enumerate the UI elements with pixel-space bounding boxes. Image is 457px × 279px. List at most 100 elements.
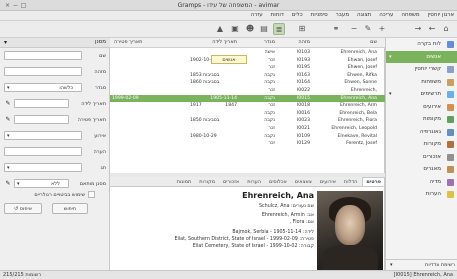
clear-button[interactable]: ↺ איפוס — [4, 203, 42, 214]
nav-item[interactable]: משפחות — [386, 76, 457, 89]
nav-item[interactable]: הערות — [386, 188, 457, 201]
death-date-input[interactable] — [14, 115, 69, 124]
table-row[interactable]: Ehwan, JosefI0193זכר18171902-10-16 — [110, 57, 385, 65]
back-icon[interactable]: ← — [426, 23, 438, 35]
table-row[interactable]: Ferentz, Josef I0129 זכר — [110, 140, 385, 148]
table-row[interactable]: Ehrenreich, Ana I0015 נקבה 1905-11-14 1999-0… — [110, 94, 385, 103]
tab-media[interactable]: תמונות — [174, 178, 195, 186]
home-icon[interactable]: ⌂ — [440, 23, 452, 35]
column-name[interactable]: שם — [370, 39, 377, 45]
gramplet-tabs: פרטים הדלות אירועים צאצאים אכלוסים הערות… — [110, 177, 385, 187]
nav-icon — [447, 53, 454, 61]
date-edit-icon[interactable]: ✎ — [4, 116, 12, 124]
menu-item[interactable]: כלים — [289, 11, 306, 19]
id-input[interactable] — [4, 67, 82, 76]
nav-item[interactable]: קשרי יוחסין — [386, 63, 457, 76]
person-photo — [317, 191, 383, 270]
menu-item[interactable]: תצוגה — [354, 11, 374, 19]
find-button[interactable]: חיפוש — [52, 203, 88, 214]
tab-descendants[interactable]: צאצאים — [292, 178, 315, 186]
add-icon[interactable]: + — [376, 23, 388, 35]
chevron-down-icon[interactable]: ▾ — [4, 39, 7, 46]
nav-icon — [447, 141, 454, 148]
tab-sources[interactable]: מקורות — [196, 178, 218, 186]
nav-item[interactable]: מדיה — [386, 176, 457, 189]
custom-filter-select[interactable]: ללא ▾ — [14, 179, 69, 188]
remove-icon[interactable]: − — [348, 23, 360, 35]
menu-item[interactable]: דוחות — [268, 11, 287, 19]
gender-select[interactable]: כלשהו ▾ — [4, 83, 82, 92]
event-select[interactable]: ▾ — [4, 131, 82, 140]
nav-item[interactable]: מקורות — [386, 138, 457, 151]
list-view-icon[interactable]: ≣ — [273, 23, 285, 35]
menu-item[interactable]: מעבר — [333, 11, 352, 19]
custom-filter-value: ללא — [50, 181, 60, 187]
table-row[interactable]: Ehrenreich, Ana I0103 אישה — [110, 49, 385, 57]
table-row[interactable]: Elnekave, Revital I0109 נקבה 1980-10-29 — [110, 133, 385, 141]
bookmark-icon[interactable]: ▲ — [214, 23, 226, 35]
forward-icon[interactable]: → — [412, 23, 424, 35]
table-row[interactable]: Ehrenreich, Bela I0016 נקבה — [110, 110, 385, 118]
table-row[interactable]: Ehrenreich, Leopold I0021 זכר — [110, 125, 385, 133]
column-id[interactable]: מזהה — [298, 39, 310, 45]
date-edit-icon[interactable]: ✎ — [4, 100, 12, 108]
tab-citations[interactable]: אזכורים — [220, 178, 242, 186]
nav-label: גאוגרפיה — [419, 128, 441, 135]
tab-details[interactable]: פרטים — [362, 177, 385, 186]
edit-filter-icon[interactable]: ✎ — [4, 180, 12, 188]
column-death[interactable]: תאריך פטירה — [114, 39, 142, 45]
column-birth[interactable]: תאריך לידה — [212, 39, 237, 45]
field-label: שם — [99, 53, 106, 59]
expand-icon[interactable]: ▾ — [389, 88, 392, 101]
cell-id: I0016 — [296, 110, 310, 116]
menu-item[interactable]: סימניות — [308, 11, 331, 19]
merge-icon[interactable]: ⚭ — [330, 23, 342, 35]
tab-ancestry[interactable]: הדלות — [341, 178, 361, 186]
nav-item[interactable]: אזכורים — [386, 151, 457, 164]
table-row[interactable]: Ehwen, Josef I0195 זכר — [110, 64, 385, 72]
expand-icon[interactable]: ▾ — [389, 51, 392, 64]
birth-date-input[interactable] — [14, 99, 69, 108]
tree-view-icon[interactable]: ▤ — [258, 23, 270, 35]
sidebar-selector[interactable]: רשימת צדדיות ▾ — [386, 259, 457, 270]
cell-id: I0023 — [296, 118, 310, 124]
nav-item[interactable]: אירועים — [386, 101, 457, 114]
menu-item[interactable]: משפחה — [398, 11, 422, 19]
window-title: Gramps - המשפחה של עידו - avimar — [177, 2, 280, 9]
note-input[interactable] — [4, 147, 82, 156]
cell-name: Elnekave, Revital — [337, 133, 377, 139]
tab-notes[interactable]: הערות — [244, 178, 264, 186]
menu-item[interactable]: עריכה — [376, 11, 396, 19]
tab-residence[interactable]: אכלוסים — [266, 178, 290, 186]
cell-name: Ehrenreich, Ana — [340, 95, 377, 101]
edit-icon[interactable]: ✎ — [362, 23, 374, 35]
filter-icon[interactable]: ⊞ — [296, 23, 308, 35]
table-row[interactable]: Ehwen, Sonne I0164 נקבה בסביבות 1860 — [110, 79, 385, 87]
name-input[interactable] — [4, 51, 82, 60]
table-row[interactable]: Ehwen, Rifka I0163 נקבה בסביבות 1853 — [110, 72, 385, 80]
menu-item[interactable]: ארגון יוחסין — [425, 11, 457, 19]
person-icon[interactable]: ☻ — [244, 23, 256, 35]
nav-item[interactable]: גאוגרפיה — [386, 126, 457, 139]
nav-item[interactable]: מקומות — [386, 113, 457, 126]
cell-gender: נקבה — [264, 118, 275, 124]
menu-item[interactable]: עזרה — [248, 11, 266, 19]
column-gender[interactable]: מגדר — [264, 39, 275, 45]
table-header: שם מזהה מגדר תאריך לידה תאריך פטירה — [110, 38, 385, 48]
table-row[interactable]: Ehrenreich, Flora I0023 נקבה בסביבות 1850 — [110, 117, 385, 125]
table-row[interactable]: Ehrenreich, I0022 זכר — [110, 87, 385, 95]
cell-id: I0109 — [296, 133, 310, 139]
tab-events[interactable]: אירועים — [317, 178, 339, 186]
nav-label: מקומות — [423, 116, 441, 122]
nav-item[interactable]: תרשימים ▾ — [386, 88, 457, 101]
table-row[interactable]: Ehrenreich, Arm I0018 זכר 1847 1917 — [110, 102, 385, 110]
regex-checkbox[interactable] — [88, 191, 95, 198]
nav-item[interactable]: מאגרים — [386, 163, 457, 176]
report-icon[interactable]: ▣ — [229, 23, 241, 35]
cell-name: Ehwen, Sonne — [344, 80, 377, 86]
nav-item[interactable]: אנשים ▾ — [386, 50, 457, 64]
detail-label: שם נעורים — [292, 204, 314, 209]
nav-icon — [447, 78, 454, 86]
nav-item[interactable]: לוח בקרה — [386, 38, 457, 51]
tag-select[interactable]: ▾ — [4, 163, 82, 172]
